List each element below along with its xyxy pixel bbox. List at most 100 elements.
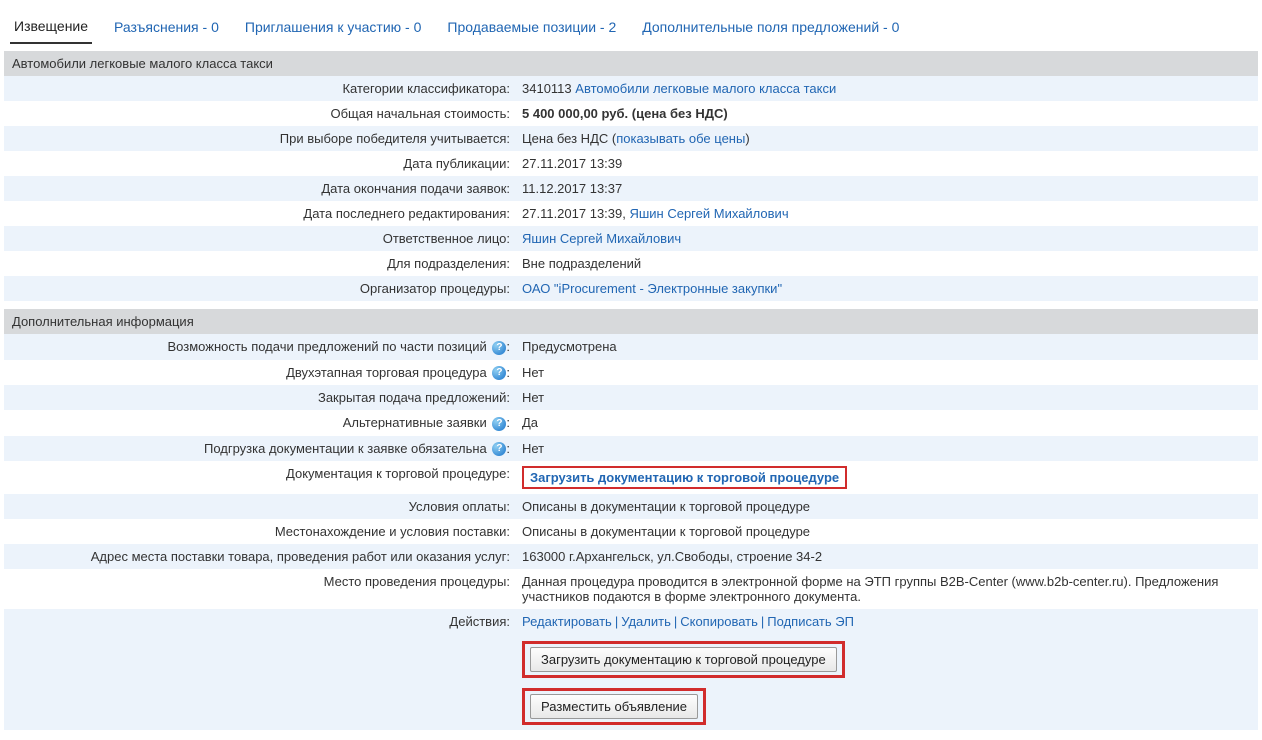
table-row: Для подразделения: Вне подразделений [4, 251, 1258, 276]
table-row: Альтернативные заявки ?: Да [4, 410, 1258, 436]
tab-notice[interactable]: Извещение [10, 12, 92, 44]
label-winner-criteria: При выборе победителя учитывается: [4, 126, 516, 151]
sign-link[interactable]: Подписать ЭП [767, 614, 854, 629]
publish-button-highlight: Разместить объявление [522, 688, 706, 725]
label-responsible: Ответственное лицо: [4, 226, 516, 251]
table-row: Категории классификатора: 3410113 Автомо… [4, 76, 1258, 101]
criteria-prefix: Цена без НДС ( [522, 131, 616, 146]
table-row: Дата последнего редактирования: 27.11.20… [4, 201, 1258, 226]
value-department: Вне подразделений [516, 251, 1258, 276]
label-closed-submit: Закрытая подача предложений: [4, 385, 516, 410]
label-actions: Действия: [4, 609, 516, 730]
help-icon[interactable]: ? [492, 341, 506, 355]
edit-link[interactable]: Редактировать [522, 614, 612, 629]
upload-doc-button-highlight: Загрузить документацию к торговой процед… [522, 641, 845, 678]
table-row: Место проведения процедуры: Данная проце… [4, 569, 1258, 609]
category-link[interactable]: Автомобили легковые малого класса такси [575, 81, 836, 96]
tab-extra-fields[interactable]: Дополнительные поля предложений - 0 [638, 13, 903, 43]
label-partial-offers: Возможность подачи предложений по части … [4, 334, 516, 360]
label-organizer: Организатор процедуры: [4, 276, 516, 301]
table-row: Условия оплаты: Описаны в документации к… [4, 494, 1258, 519]
value-closed-submit: Нет [516, 385, 1258, 410]
label-last-edit: Дата последнего редактирования: [4, 201, 516, 226]
publish-button[interactable]: Разместить объявление [530, 694, 698, 719]
label-category: Категории классификатора: [4, 76, 516, 101]
table-row: Документация к торговой процедуре: Загру… [4, 461, 1258, 494]
table-row: Закрытая подача предложений: Нет [4, 385, 1258, 410]
value-payment: Описаны в документации к торговой процед… [516, 494, 1258, 519]
label-partial-offers-text: Возможность подачи предложений по части … [168, 339, 487, 354]
label-two-stage-text: Двухэтапная торговая процедура [286, 365, 487, 380]
last-edit-date: 27.11.2017 13:39, [522, 206, 629, 221]
tab-clarifications[interactable]: Разъяснения - 0 [110, 13, 223, 43]
show-both-prices-link[interactable]: показывать обе цены [616, 131, 745, 146]
colon: : [506, 441, 510, 456]
value-total-price: 5 400 000,00 руб. (цена без НДС) [516, 101, 1258, 126]
copy-link[interactable]: Скопировать [680, 614, 758, 629]
upload-doc-button[interactable]: Загрузить документацию к торговой процед… [530, 647, 837, 672]
value-docs-required: Нет [516, 436, 1258, 462]
value-documentation: Загрузить документацию к торговой процед… [516, 461, 1258, 494]
value-partial-offers: Предусмотрена [516, 334, 1258, 360]
category-code: 3410113 [522, 81, 572, 96]
label-venue: Место проведения процедуры: [4, 569, 516, 609]
value-actions: Редактировать|Удалить|Скопировать|Подпис… [516, 609, 1258, 730]
value-deadline: 11.12.2017 13:37 [516, 176, 1258, 201]
value-alt-bids: Да [516, 410, 1258, 436]
table-row: Местонахождение и условия поставки: Опис… [4, 519, 1258, 544]
value-two-stage: Нет [516, 360, 1258, 386]
total-price-text: 5 400 000,00 руб. (цена без НДС) [522, 106, 728, 121]
last-edit-user-link[interactable]: Яшин Сергей Михайлович [629, 206, 788, 221]
table-row: Ответственное лицо: Яшин Сергей Михайлов… [4, 226, 1258, 251]
tabs-bar: Извещение Разъяснения - 0 Приглашения к … [4, 8, 1258, 43]
value-venue: Данная процедура проводится в электронно… [516, 569, 1258, 609]
value-last-edit: 27.11.2017 13:39, Яшин Сергей Михайлович [516, 201, 1258, 226]
table-row: Действия: Редактировать|Удалить|Скопиров… [4, 609, 1258, 730]
help-icon[interactable]: ? [492, 442, 506, 456]
upload-doc-link[interactable]: Загрузить документацию к торговой процед… [530, 470, 839, 485]
label-location: Местонахождение и условия поставки: [4, 519, 516, 544]
separator: | [758, 614, 767, 629]
info-table-1: Категории классификатора: 3410113 Автомо… [4, 76, 1258, 301]
colon: : [506, 365, 510, 380]
table-row: Дата окончания подачи заявок: 11.12.2017… [4, 176, 1258, 201]
value-winner-criteria: Цена без НДС (показывать обе цены) [516, 126, 1258, 151]
table-row: При выборе победителя учитывается: Цена … [4, 126, 1258, 151]
tab-invitations[interactable]: Приглашения к участию - 0 [241, 13, 426, 43]
value-responsible: Яшин Сергей Михайлович [516, 226, 1258, 251]
table-row: Общая начальная стоимость: 5 400 000,00 … [4, 101, 1258, 126]
value-category: 3410113 Автомобили легковые малого класс… [516, 76, 1258, 101]
delete-link[interactable]: Удалить [621, 614, 671, 629]
upload-doc-highlight: Загрузить документацию к торговой процед… [522, 466, 847, 489]
help-icon[interactable]: ? [492, 417, 506, 431]
label-docs-required-text: Подгрузка документации к заявке обязател… [204, 441, 487, 456]
tab-sold-positions[interactable]: Продаваемые позиции - 2 [443, 13, 620, 43]
responsible-user-link[interactable]: Яшин Сергей Михайлович [522, 231, 681, 246]
actions-links: Редактировать|Удалить|Скопировать|Подпис… [522, 614, 1252, 629]
table-row: Двухэтапная торговая процедура ?: Нет [4, 360, 1258, 386]
value-organizer: ОАО "iProcurement - Электронные закупки" [516, 276, 1258, 301]
table-row: Подгрузка документации к заявке обязател… [4, 436, 1258, 462]
label-two-stage: Двухэтапная торговая процедура ?: [4, 360, 516, 386]
separator: | [671, 614, 680, 629]
organizer-link[interactable]: ОАО "iProcurement - Электронные закупки" [522, 281, 782, 296]
label-docs-required: Подгрузка документации к заявке обязател… [4, 436, 516, 462]
value-pub-date: 27.11.2017 13:39 [516, 151, 1258, 176]
info-table-2: Возможность подачи предложений по части … [4, 334, 1258, 730]
table-row: Организатор процедуры: ОАО "iProcurement… [4, 276, 1258, 301]
colon: : [506, 339, 510, 354]
label-delivery-address: Адрес места поставки товара, проведения … [4, 544, 516, 569]
section-header-vehicles: Автомобили легковые малого класса такси [4, 51, 1258, 76]
label-pub-date: Дата публикации: [4, 151, 516, 176]
section-header-additional: Дополнительная информация [4, 309, 1258, 334]
separator: | [612, 614, 621, 629]
value-delivery-address: 163000 г.Архангельск, ул.Свободы, строен… [516, 544, 1258, 569]
table-row: Адрес места поставки товара, проведения … [4, 544, 1258, 569]
label-alt-bids: Альтернативные заявки ?: [4, 410, 516, 436]
label-payment: Условия оплаты: [4, 494, 516, 519]
help-icon[interactable]: ? [492, 366, 506, 380]
label-alt-bids-text: Альтернативные заявки [343, 415, 487, 430]
value-location: Описаны в документации к торговой процед… [516, 519, 1258, 544]
label-department: Для подразделения: [4, 251, 516, 276]
page: Извещение Разъяснения - 0 Приглашения к … [0, 0, 1262, 740]
